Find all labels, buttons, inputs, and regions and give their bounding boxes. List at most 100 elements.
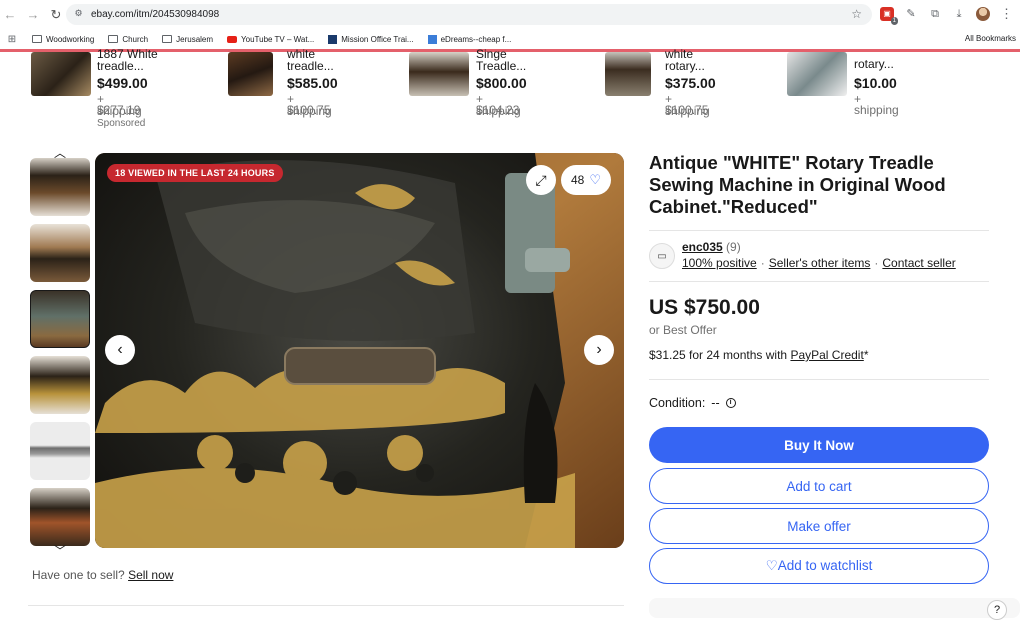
gallery-thumbnail-1[interactable] [30,158,90,216]
seller-name-link[interactable]: enc035 [682,240,723,254]
bookmark-label: YouTube TV – Wat... [241,34,315,44]
bookmark-woodworking[interactable]: Woodworking [32,35,94,44]
make-offer-button[interactable]: Make offer [649,508,989,544]
gallery-thumbnail-2[interactable] [30,224,90,282]
youtube-icon [227,35,238,43]
gallery-thumbnail-3-selected[interactable] [30,290,90,348]
item-shipping-label: shipping [97,104,142,118]
credit-asterisk: * [863,348,869,362]
paypal-credit-link[interactable]: PayPal Credit [790,348,863,362]
sewing-machine-photo [95,153,624,548]
bookmarks-bar: ⊞ Woodworking Church Jerusalem YouTube T… [0,29,1020,49]
heart-icon: ♡ [589,172,601,187]
divider [649,379,989,380]
gallery-thumbnail-6[interactable] [30,488,90,546]
paypal-credit-line: $31.25 for 24 months with PayPal Credit* [649,348,868,362]
back-icon[interactable]: ← [3,7,17,23]
bookmark-church[interactable]: Church [108,35,148,44]
folder-icon [108,35,119,43]
credit-text: $31.25 for 24 months with [649,348,788,362]
extension-badge: 1 [890,17,898,25]
site-favicon-icon [427,34,437,44]
item-shipping-label: shipping [287,104,332,118]
buy-it-now-button[interactable]: Buy It Now [649,427,989,463]
item-price: $10.00 [854,75,897,91]
seller-info: enc035 (9) [682,240,741,254]
profile-avatar[interactable] [976,7,990,21]
bookmark-youtube-tv[interactable]: YouTube TV – Wat... [227,35,314,44]
item-thumbnail [31,52,91,96]
bookmark-star-icon[interactable]: ☆ [851,7,862,21]
info-icon[interactable]: i [725,398,736,408]
condition-value: -- [711,396,720,410]
item-title-line2: treadle... [97,59,144,73]
watch-count-button[interactable]: 48 ♡ [561,165,611,195]
separator: · [874,256,879,270]
item-shipping: + shipping [854,92,899,117]
help-button[interactable]: ? [987,600,1007,620]
divider [649,230,989,231]
bookmark-label: eDreams--cheap f... [440,34,512,44]
chevron-down-icon[interactable]: ﹀ [54,542,66,559]
next-image-button[interactable]: › [584,335,614,365]
viewed-badge: 18 VIEWED IN THE LAST 24 HOURS [107,164,283,182]
seller-avatar[interactable]: ▭ [649,243,675,269]
add-to-cart-button[interactable]: Add to cart [649,468,989,504]
add-to-watchlist-button[interactable]: ♡Add to watchlist [649,548,989,584]
expand-icon: ⤢ [535,171,547,188]
bookmark-edreams[interactable]: eDreams--cheap f... [427,34,512,44]
previous-image-button[interactable]: ‹ [105,335,135,365]
bookmark-mission-office[interactable]: Mission Office Trai... [328,34,414,44]
gallery-thumbnail-5[interactable] [30,422,90,480]
positive-feedback-link[interactable]: 100% positive [682,256,757,270]
condition-row: Condition: -- i [649,396,736,410]
extension-calendar-icon[interactable]: ▣ 1 [880,7,898,25]
listing-title: Antique "WHITE" Rotary Treadle Sewing Ma… [649,152,946,217]
sell-now-link[interactable]: Sell now [128,568,173,582]
seller-other-items-link[interactable]: Seller's other items [769,256,871,270]
item-thumbnail [409,52,469,96]
item-thumbnail [605,52,651,96]
reload-icon[interactable]: ↻ [49,7,63,23]
sell-prompt-text: Have one to sell? [32,568,125,582]
bookmark-label: Jerusalem [176,34,214,44]
all-bookmarks-label: All Bookmarks [964,34,1016,43]
condition-label: Condition: [649,396,706,410]
expand-image-button[interactable]: ⤢ [526,165,556,195]
contact-seller-link[interactable]: Contact seller [882,256,955,270]
item-title-line2: rotary... [665,59,705,73]
divider [649,281,989,282]
address-bar[interactable]: ⚙ ebay.com/itm/204530984098 ☆ [66,4,872,25]
all-bookmarks[interactable]: All Bookmarks [961,34,1016,43]
seller-feedback-count[interactable]: (9) [726,240,741,254]
chevron-right-icon: › [596,341,602,358]
item-thumbnail [228,52,273,96]
site-favicon-icon [328,34,338,44]
bookmark-jerusalem[interactable]: Jerusalem [162,35,213,44]
seller-links: 100% positive · Seller's other items · C… [682,256,956,270]
item-title: rotary... [854,57,894,71]
menu-dots-icon[interactable]: ⋮ [1000,6,1013,22]
item-price: $499.00 [97,75,148,91]
sponsored-label: Sponsored [97,118,146,129]
download-icon[interactable]: ⤓ [952,7,966,21]
main-product-image[interactable] [95,153,624,548]
sell-prompt: Have one to sell? Sell now [32,568,173,582]
toolbar-extensions: ▣ 1 ✎ ⧉ ⤓ ⋮ [880,6,1013,25]
extension-feather-icon[interactable]: ✎ [904,7,918,21]
bookmark-label: Woodworking [46,34,95,44]
item-shipping-label: shipping [476,104,521,118]
site-info-icon[interactable]: ⚙ [72,8,85,21]
gallery-thumbnail-4[interactable] [30,356,90,414]
divider [28,605,624,606]
forward-icon[interactable]: → [26,7,40,23]
nav-buttons: ← → ↻ [0,7,66,23]
best-offer-label: or Best Offer [649,323,717,337]
extensions-puzzle-icon[interactable]: ⧉ [928,7,942,21]
url-text: ebay.com/itm/204530984098 [91,9,220,20]
apps-grid-icon[interactable]: ⊞ [0,34,24,45]
shipping-info-box [649,598,1020,618]
folder-icon [162,35,173,43]
separator: · [760,256,765,270]
item-shipping-label: shipping [665,104,710,118]
